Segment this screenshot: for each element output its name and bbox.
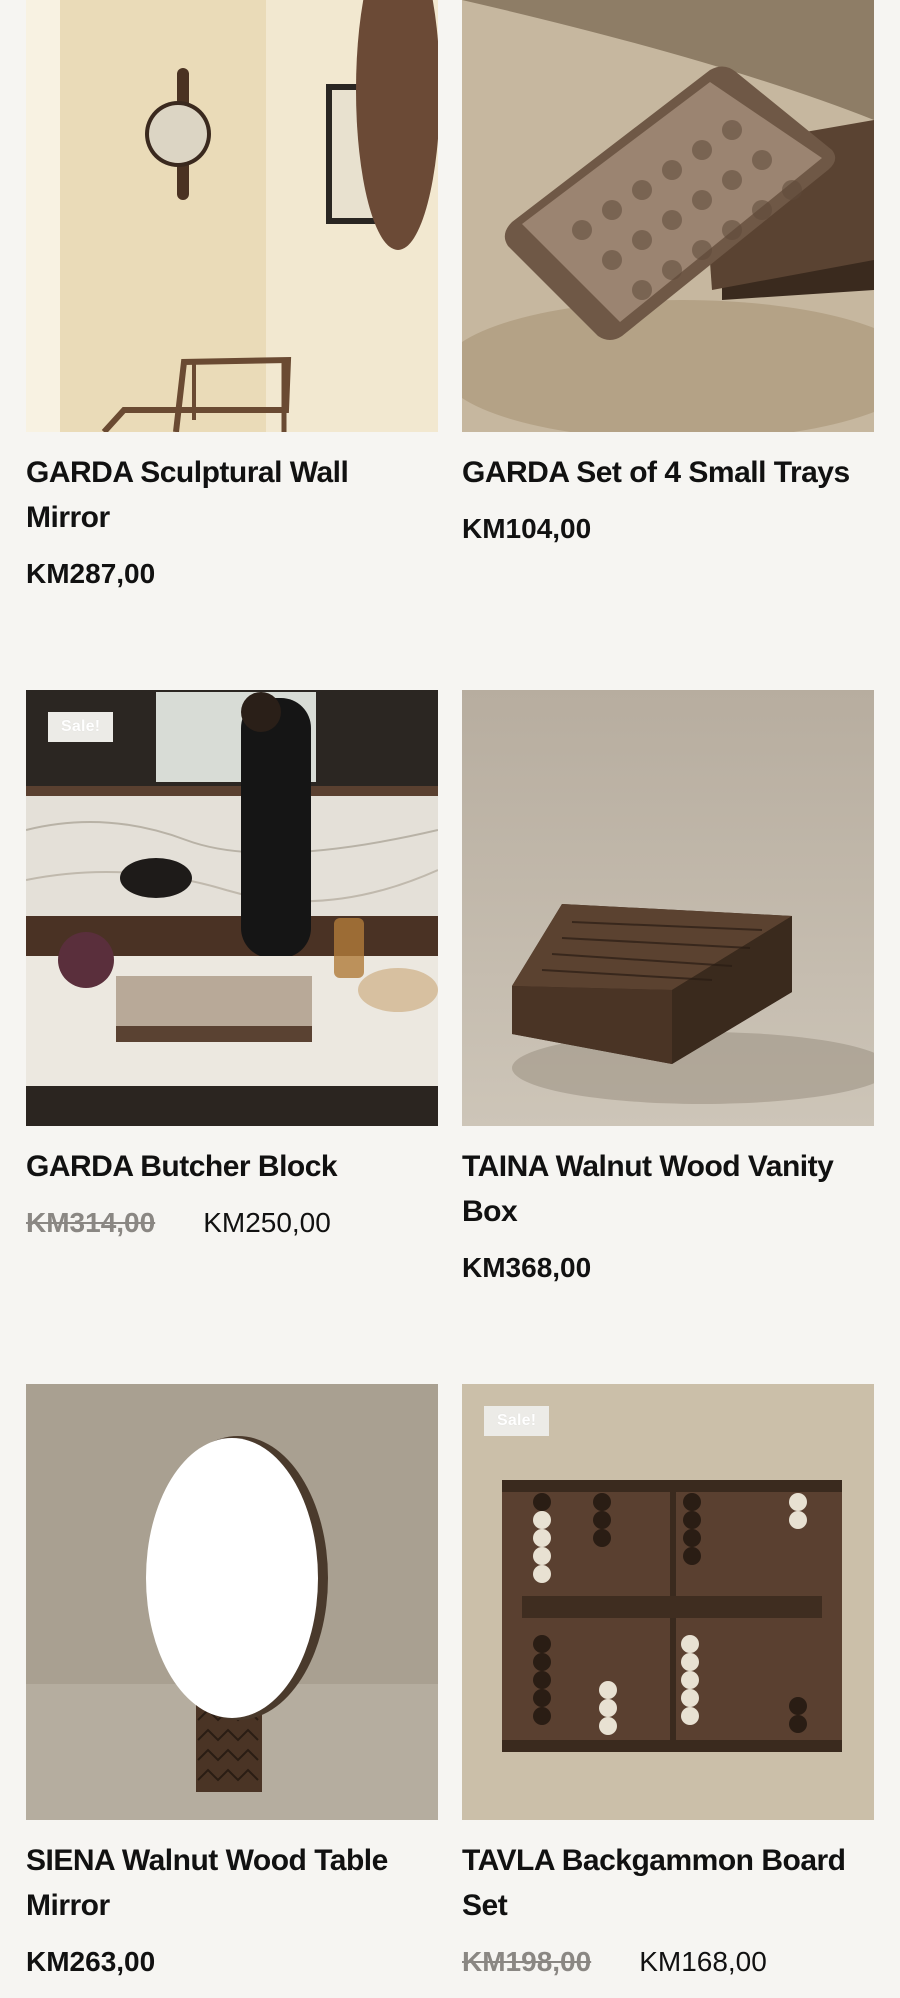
vanity-box-image[interactable] — [462, 690, 874, 1126]
trays-image[interactable] — [462, 0, 874, 432]
product-price: KM287,00 — [26, 558, 156, 589]
price-row: KM314,00 KM250,00 — [26, 1207, 438, 1239]
product-price: KM263,00 — [26, 1946, 156, 1977]
price-row: KM287,00 — [26, 558, 438, 590]
table-mirror-image[interactable] — [26, 1384, 438, 1820]
sale-badge: Sale! — [48, 712, 114, 742]
product-price: KM104,00 — [462, 513, 592, 544]
product-title[interactable]: TAVLA Backgammon Board Set — [462, 1838, 874, 1928]
product-card[interactable]: TAINA Walnut Wood Vanity Box KM368,00 — [462, 690, 874, 1384]
product-title[interactable]: GARDA Set of 4 Small Trays — [462, 450, 874, 495]
original-price: KM314,00 — [26, 1207, 156, 1238]
product-card[interactable]: GARDA Set of 4 Small Trays KM104,00 — [462, 0, 874, 690]
price-row: KM263,00 — [26, 1946, 438, 1978]
butcher-block-image[interactable]: Sale! — [26, 690, 438, 1126]
product-title[interactable]: TAINA Walnut Wood Vanity Box — [462, 1144, 874, 1234]
product-title[interactable]: GARDA Sculptural Wall Mirror — [26, 450, 438, 540]
product-title[interactable]: GARDA Butcher Block — [26, 1144, 438, 1189]
backgammon-image[interactable]: Sale! — [462, 1384, 874, 1820]
product-card[interactable]: GARDA Sculptural Wall Mirror KM287,00 — [26, 0, 438, 690]
price-row: KM198,00 KM168,00 — [462, 1946, 874, 1978]
price-row: KM368,00 — [462, 1252, 874, 1284]
original-price: KM198,00 — [462, 1946, 592, 1977]
product-card[interactable]: Sale! GARDA Butcher Block KM314,00 KM250… — [26, 690, 438, 1384]
price-row: KM104,00 — [462, 513, 874, 545]
sale-price: KM168,00 — [639, 1946, 767, 1977]
product-price: KM368,00 — [462, 1252, 592, 1283]
sale-badge: Sale! — [484, 1406, 550, 1436]
product-title[interactable]: SIENA Walnut Wood Table Mirror — [26, 1838, 438, 1928]
product-card[interactable]: Sale! TAVLA Backgammon Board Set KM198,0… — [462, 1384, 874, 1998]
wall-mirror-image[interactable] — [26, 0, 438, 432]
product-grid: GARDA Sculptural Wall Mirror KM287,00 GA… — [26, 0, 874, 1998]
sale-price: KM250,00 — [203, 1207, 331, 1238]
product-card[interactable]: SIENA Walnut Wood Table Mirror KM263,00 — [26, 1384, 438, 1998]
